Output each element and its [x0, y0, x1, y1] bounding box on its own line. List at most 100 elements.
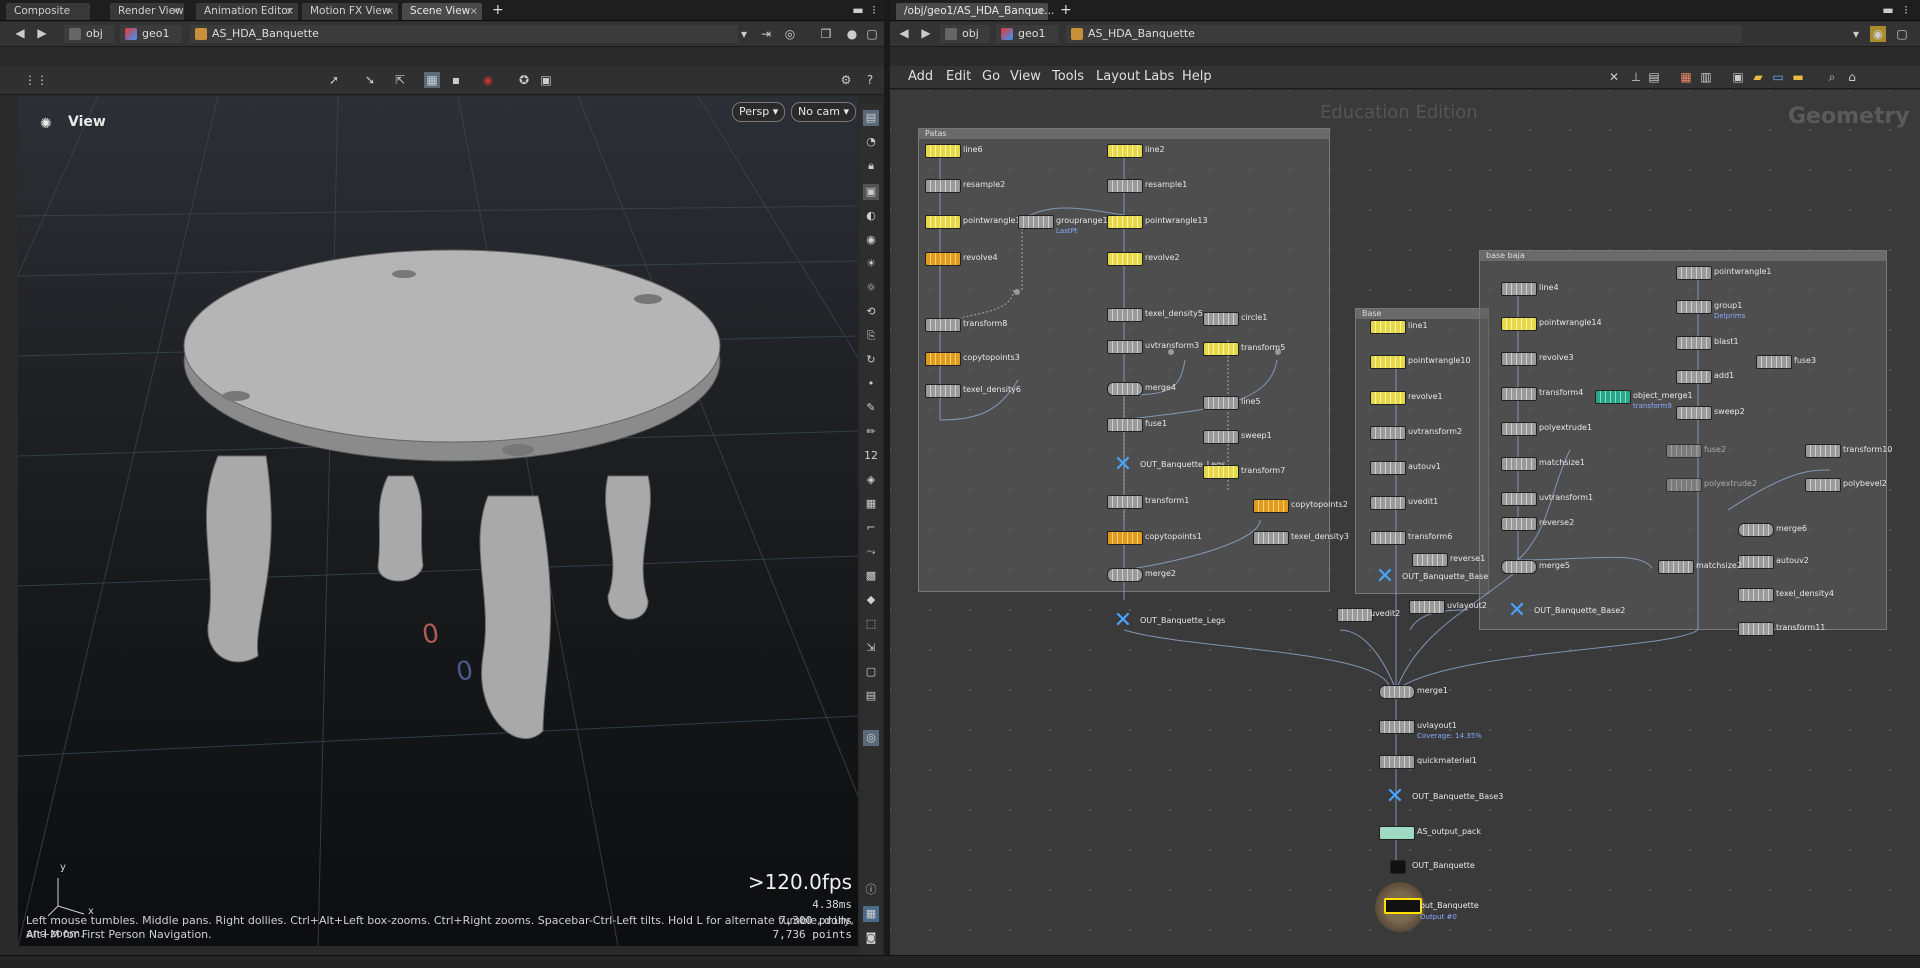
snapping-icon[interactable]: ▦: [424, 72, 440, 88]
cube-icon[interactable]: ◈: [863, 472, 879, 488]
node-matchsize1[interactable]: [1501, 457, 1537, 471]
menu-labs[interactable]: Labs: [1144, 69, 1174, 84]
pane-splitter[interactable]: [884, 0, 890, 968]
node-pointwrangle14[interactable]: [1501, 317, 1537, 331]
forward-arrow-icon[interactable]: ▶: [34, 25, 50, 41]
pane-options-icon[interactable]: ⁝: [1898, 2, 1914, 18]
node-transform11[interactable]: [1738, 622, 1774, 636]
breadcrumb-hda[interactable]: AS_HDA_Banquette: [1066, 25, 1742, 43]
node-merge2[interactable]: [1107, 568, 1143, 582]
add-tab-icon[interactable]: +: [1060, 2, 1072, 18]
layout-icon[interactable]: ▦: [863, 906, 879, 922]
back-arrow-icon[interactable]: ◀: [12, 25, 28, 41]
node-texel-density4[interactable]: [1738, 588, 1774, 602]
node-as-output-pack[interactable]: [1379, 826, 1415, 840]
box-icon[interactable]: ▦: [863, 496, 879, 512]
node-transform8[interactable]: [925, 318, 961, 332]
close-icon[interactable]: ×: [470, 3, 478, 20]
node-circle1[interactable]: [1203, 312, 1239, 326]
node-out-banquette-base3[interactable]: ✕: [1384, 786, 1406, 808]
node-object-merge1[interactable]: [1595, 390, 1631, 404]
maximize-icon[interactable]: ▢: [1894, 26, 1910, 42]
home-icon[interactable]: ⌂: [1844, 69, 1860, 85]
node-matchsize2[interactable]: [1658, 560, 1694, 574]
close-icon[interactable]: ×: [172, 3, 180, 20]
grid-view-icon[interactable]: ▥: [1698, 69, 1714, 85]
breadcrumb-hda[interactable]: AS_HDA_Banquette: [190, 25, 738, 43]
node-out-banquette-legs-2[interactable]: ✕: [1112, 610, 1134, 632]
pane-options-icon[interactable]: ⁝: [866, 2, 882, 18]
corner-icon[interactable]: ⌐: [863, 520, 879, 536]
node-uvtransform3[interactable]: [1107, 340, 1143, 354]
screenshot-icon[interactable]: ▤: [863, 688, 879, 704]
node-reverse2[interactable]: [1501, 517, 1537, 531]
link-icon[interactable]: ◎: [782, 26, 798, 42]
flow-icon[interactable]: ⤳: [863, 544, 879, 560]
node-texel-density6[interactable]: [925, 384, 961, 398]
node-polyextrude1[interactable]: [1501, 422, 1537, 436]
add-tab-icon[interactable]: +: [492, 2, 504, 18]
visibility-icon[interactable]: ◉: [863, 232, 879, 248]
ghost-icon[interactable]: ◔: [863, 134, 879, 150]
node-uvedit2[interactable]: [1337, 608, 1373, 622]
node-autouv1[interactable]: [1370, 461, 1406, 475]
menu-go[interactable]: Go: [982, 69, 1000, 84]
node-merge5[interactable]: [1501, 560, 1537, 574]
pencil-icon[interactable]: ✏: [863, 424, 879, 440]
menu-view[interactable]: View: [1010, 69, 1041, 84]
sphere-icon[interactable]: ●: [844, 26, 860, 42]
node-group1[interactable]: [1676, 300, 1712, 314]
node-line5[interactable]: [1203, 396, 1239, 410]
brush-icon[interactable]: ✎: [863, 400, 879, 416]
node-out-banquette-final[interactable]: [1384, 898, 1422, 914]
diamond-icon[interactable]: ◆: [863, 592, 879, 608]
node-polybevel2[interactable]: [1805, 478, 1841, 492]
tab-composite-view[interactable]: Composite View: [6, 3, 90, 34]
render-icon[interactable]: ◙: [863, 930, 879, 946]
list-icon[interactable]: ▤: [1646, 69, 1662, 85]
node-copytopoints1[interactable]: [1107, 531, 1143, 545]
tab-animation-editor[interactable]: Animation Editor ×: [196, 3, 298, 20]
node-reverse1[interactable]: [1412, 553, 1448, 567]
note-icon[interactable]: ▣: [1730, 69, 1746, 85]
wireframe-icon[interactable]: ▣: [863, 184, 879, 200]
point-icon[interactable]: •: [863, 376, 879, 392]
node-merge6[interactable]: [1738, 523, 1774, 537]
tab-network-path[interactable]: /obj/geo1/AS_HDA_Banque... ×: [896, 3, 1054, 20]
network-canvas[interactable]: Education Edition Geometry Patas Base ba…: [890, 90, 1920, 956]
camera-tool-icon[interactable]: ⎘: [863, 328, 879, 344]
node-sweep2[interactable]: [1676, 406, 1712, 420]
wrench-icon[interactable]: ✕: [1606, 69, 1622, 85]
node-copytopoints2[interactable]: [1253, 499, 1289, 513]
node-transform7[interactable]: [1203, 465, 1239, 479]
network-box-icon[interactable]: ▭: [1770, 69, 1786, 85]
pane-menu-icon[interactable]: ▬: [1880, 2, 1896, 18]
tree-icon[interactable]: ⊥: [1628, 69, 1644, 85]
chevron-down-icon[interactable]: ▾: [1848, 26, 1864, 42]
node-transform4[interactable]: [1501, 387, 1537, 401]
tab-render-view[interactable]: Render View ×: [110, 3, 184, 20]
node-quickmaterial1[interactable]: [1379, 755, 1415, 769]
node-out-banquette[interactable]: [1390, 860, 1406, 874]
node-uvtransform2[interactable]: [1370, 426, 1406, 440]
location-icon[interactable]: ◎: [863, 730, 879, 746]
node-out-banquette-legs-1[interactable]: ✕: [1112, 454, 1134, 476]
node-copytopoints3[interactable]: [925, 352, 961, 366]
breadcrumb-obj[interactable]: obj: [64, 25, 114, 43]
select-drag-icon[interactable]: ➘: [362, 72, 378, 88]
lamp-icon[interactable]: ☼: [863, 280, 879, 296]
node-transform1[interactable]: [1107, 495, 1143, 509]
node-line6[interactable]: [925, 144, 961, 158]
node-revolve2[interactable]: [1107, 252, 1143, 266]
node-texel-density5[interactable]: [1107, 308, 1143, 322]
frame-icon[interactable]: ▢: [863, 664, 879, 680]
node-transform10[interactable]: [1805, 444, 1841, 458]
sticky-note-icon[interactable]: ▰: [1750, 69, 1766, 85]
checker-icon[interactable]: ▩: [863, 568, 879, 584]
help-icon[interactable]: ?: [862, 72, 878, 88]
breadcrumb-geo[interactable]: geo1: [996, 25, 1058, 43]
node-out-banquette-base2[interactable]: ✕: [1506, 600, 1528, 622]
handle-icon[interactable]: ✪: [516, 72, 532, 88]
node-add1[interactable]: [1676, 370, 1712, 384]
forward-arrow-icon[interactable]: ▶: [918, 25, 934, 41]
